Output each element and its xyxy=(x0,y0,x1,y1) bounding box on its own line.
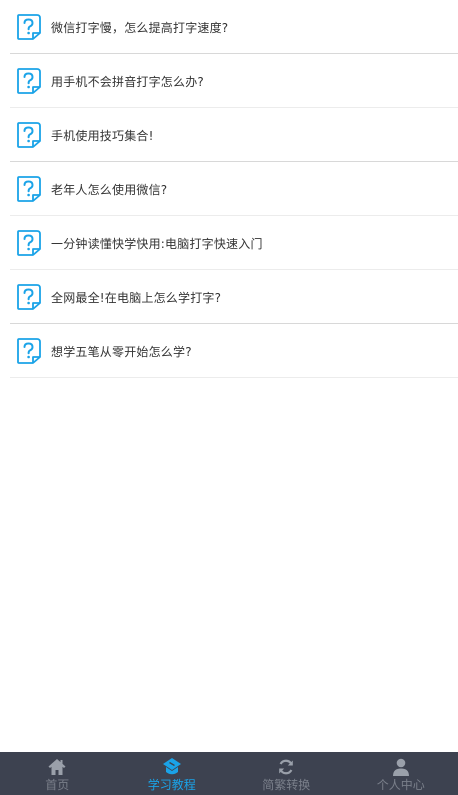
tab-label: 学习教程 xyxy=(147,778,196,792)
list-item[interactable]: 一分钟读懂快学快用:电脑打字快速入门 xyxy=(0,216,458,270)
list-item-title: 想学五笔从零开始怎么学? xyxy=(51,344,192,359)
convert-icon xyxy=(279,759,294,775)
question-doc-icon xyxy=(17,230,41,256)
question-doc-icon xyxy=(17,176,41,202)
list-item[interactable]: 想学五笔从零开始怎么学? xyxy=(0,324,458,378)
list-item[interactable]: 手机使用技巧集合! xyxy=(0,108,458,162)
tutorial-icon xyxy=(162,758,181,775)
tab-profile[interactable]: 个人中心 xyxy=(344,752,458,795)
list-item-title: 老年人怎么使用微信? xyxy=(51,182,168,197)
tab-convert[interactable]: 简繁转换 xyxy=(229,752,344,795)
list-item[interactable]: 全网最全!在电脑上怎么学打字? xyxy=(0,270,458,324)
question-doc-icon xyxy=(17,284,41,310)
tab-label: 首页 xyxy=(45,778,70,792)
tab-label: 个人中心 xyxy=(376,778,425,792)
tab-home[interactable]: 首页 xyxy=(0,752,115,795)
list-item[interactable]: 老年人怎么使用微信? xyxy=(0,162,458,216)
question-doc-icon xyxy=(17,68,41,94)
question-doc-icon xyxy=(17,338,41,364)
list-item[interactable]: 用手机不会拼音打字怎么办? xyxy=(0,54,458,108)
list-item-title: 手机使用技巧集合! xyxy=(51,128,154,143)
app-screen: 微信打字慢，怎么提高打字速度? 用手机不会拼音打字怎么办? 手机使用技巧集合! xyxy=(0,0,458,795)
tutorial-list: 微信打字慢，怎么提高打字速度? 用手机不会拼音打字怎么办? 手机使用技巧集合! xyxy=(0,0,458,378)
list-item[interactable]: 微信打字慢，怎么提高打字速度? xyxy=(0,0,458,54)
user-icon xyxy=(392,758,409,776)
list-item-title: 一分钟读懂快学快用:电脑打字快速入门 xyxy=(51,236,263,251)
list-item-title: 微信打字慢，怎么提高打字速度? xyxy=(51,20,229,35)
list-item-title: 用手机不会拼音打字怎么办? xyxy=(51,74,204,89)
question-doc-icon xyxy=(17,14,41,40)
list-item-title: 全网最全!在电脑上怎么学打字? xyxy=(51,290,222,305)
bottom-tab-bar: 首页 学习教程 简繁转换 个人中心 xyxy=(0,752,458,795)
question-doc-icon xyxy=(17,122,41,148)
home-icon xyxy=(48,759,66,775)
tab-label: 简繁转换 xyxy=(262,778,311,792)
tab-tutorials[interactable]: 学习教程 xyxy=(115,752,230,795)
